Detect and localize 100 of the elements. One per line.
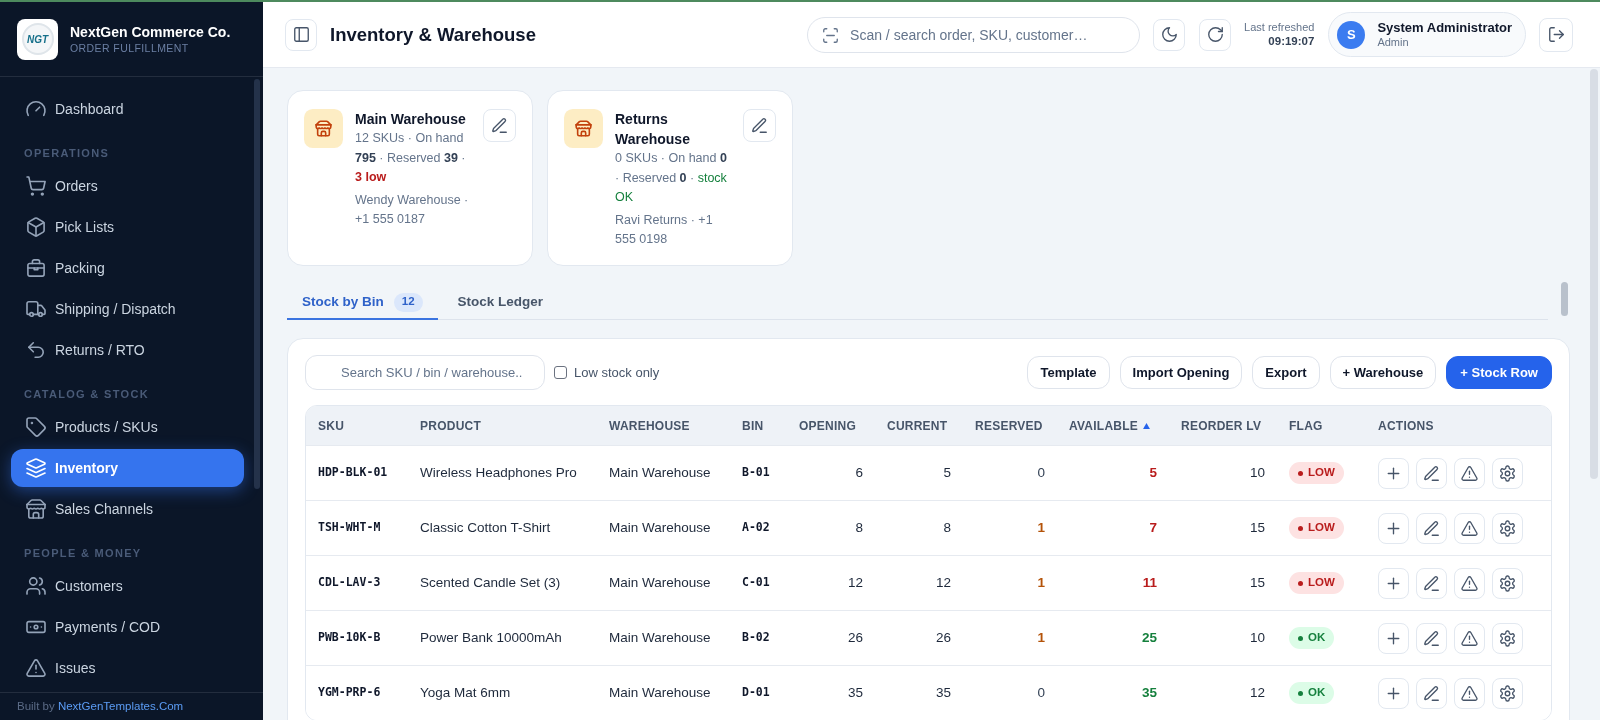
add-stock-button[interactable] [1378,457,1409,489]
edit-button[interactable] [483,109,516,142]
settings-button[interactable] [1492,677,1523,709]
edit-button[interactable] [743,109,776,142]
plus-icon [1386,520,1401,536]
credit-link[interactable]: NextGenTemplates.Com [57,699,184,712]
toolbar-button[interactable]: + Warehouse [1329,356,1437,389]
settings-button[interactable] [1492,512,1523,544]
report-issue-button[interactable] [1454,567,1485,599]
warehouse-cell-text: Main Warehouse [608,573,712,592]
scrollbar-thumb[interactable] [254,79,260,489]
current-cell-text: 8 [942,518,952,537]
nav-item[interactable]: Orders [11,167,244,205]
plus-icon [1386,685,1401,701]
scrollbar-thumb[interactable] [1590,69,1598,479]
users-icon [27,577,45,595]
sku-cell-text: CDL-LAV-3 [317,574,382,592]
status-dot-icon [1298,525,1303,531]
briefcase-icon [27,259,45,277]
nav-item[interactable]: Payments / COD [11,608,244,646]
add-stock-button[interactable] [1378,567,1409,599]
sidebar-toggle-button[interactable] [285,18,317,51]
column-header[interactable]: AVAILABLE [1069,416,1139,435]
opening-cell-text: 26 [846,628,864,647]
settings-button[interactable] [1492,457,1523,489]
column-header[interactable]: ACTIONS [1378,416,1434,435]
layers-icon [27,459,45,477]
edit-button[interactable] [1416,567,1447,599]
add-stock-button[interactable] [1378,512,1409,544]
column-header[interactable]: REORDER LV [1181,416,1262,435]
user-menu[interactable]: S System Administrator Admin [1328,12,1526,57]
column-header[interactable]: WAREHOUSE [609,416,690,435]
edit-button[interactable] [1416,622,1447,654]
status-dot-icon [1298,635,1303,641]
add-stock-button[interactable] [1378,622,1409,654]
sku-cell-text: TSH-WHT-M [317,519,382,537]
column-header[interactable]: SKU [318,416,345,435]
search-field[interactable]: Scan / search order, SKU, customer… [807,16,1141,53]
nav-item[interactable]: Packing [11,249,244,287]
brand-tagline: ORDER FULFILLMENT [70,41,190,55]
nav-item[interactable]: Customers [11,567,244,605]
low-stock-checkbox[interactable] [554,366,567,379]
tab[interactable]: Stock by Bin 12 [287,286,438,320]
warehouse-stats: 12 SKUs · On hand 795 · Reserved 39 · 3 low [355,130,467,186]
logout-button[interactable] [1539,17,1573,52]
nav-item[interactable]: Issues [11,649,244,687]
toolbar-button[interactable]: Import Opening [1119,356,1243,389]
nav-item[interactable]: Shipping / Dispatch [11,290,244,328]
settings-button[interactable] [1492,567,1523,599]
column-header[interactable]: RESERVED [975,416,1043,435]
pencil-icon [492,118,507,133]
add-stock-button[interactable] [1378,677,1409,709]
toolbar-button[interactable]: Template [1027,356,1110,389]
settings-icon [1500,685,1515,701]
add-stock-row-button[interactable]: + Stock Row [1446,356,1552,389]
nav-item[interactable]: Returns / RTO [11,331,244,369]
available-cell-text: 25 [1140,628,1158,647]
warehouse-stats: 0 SKUs · On hand 0 · Reserved 0 · stock OK [615,150,728,206]
user-avatar: S [1337,20,1366,49]
column-header[interactable]: FLAG [1289,416,1323,435]
nav-item[interactable]: Inventory [11,449,244,487]
warning-icon [1462,575,1477,591]
refresh-button[interactable] [1199,18,1232,51]
warehouse-name: Main Warehouse [355,110,467,129]
available-cell-text: 11 [1141,573,1158,592]
column-header[interactable]: CURRENT [887,416,948,435]
scrollbar-thumb[interactable] [1561,282,1568,316]
report-issue-button[interactable] [1454,677,1485,709]
theme-toggle-button[interactable] [1153,18,1186,51]
warning-icon [27,659,45,677]
low-stock-label[interactable]: Low stock only [574,362,660,383]
nav-item[interactable]: Products / SKUs [11,408,244,446]
settings-button[interactable] [1492,622,1523,654]
column-header[interactable]: OPENING [799,416,857,435]
nav-item[interactable]: Dashboard [11,90,244,128]
reorder-level-cell-text: 15 [1248,573,1266,592]
edit-button[interactable] [1416,677,1447,709]
nav-item[interactable]: Sales Channels [11,490,244,528]
section-heading: OPERATIONS [23,146,111,161]
footer-credit: Built by NextGenTemplates.Com [17,698,184,714]
search-field[interactable]: Search SKU / bin / warehouse.. [305,355,545,390]
warehouse-contact: Ravi Returns · +1 555 0198 [615,211,714,248]
tab[interactable]: Stock Ledger [442,286,559,320]
reorder-level-cell-text: 10 [1248,463,1266,482]
report-issue-button[interactable] [1454,512,1485,544]
banknote-icon [27,618,45,636]
report-issue-button[interactable] [1454,457,1485,489]
section-heading: CATALOG & STOCK [23,387,150,402]
bin-cell-text: B-02 [741,629,771,647]
logout-icon [1548,27,1564,42]
refresh-time: 09:19:07 [1268,34,1315,49]
column-header[interactable]: PRODUCT [420,416,481,435]
column-header[interactable]: BIN [742,416,764,435]
plus-icon [1386,630,1401,646]
report-issue-button[interactable] [1454,622,1485,654]
edit-button[interactable] [1416,512,1447,544]
edit-button[interactable] [1416,457,1447,489]
reserved-cell-text: 1 [1036,573,1046,592]
nav-item[interactable]: Pick Lists [11,208,244,246]
toolbar-button[interactable]: Export [1252,356,1320,389]
